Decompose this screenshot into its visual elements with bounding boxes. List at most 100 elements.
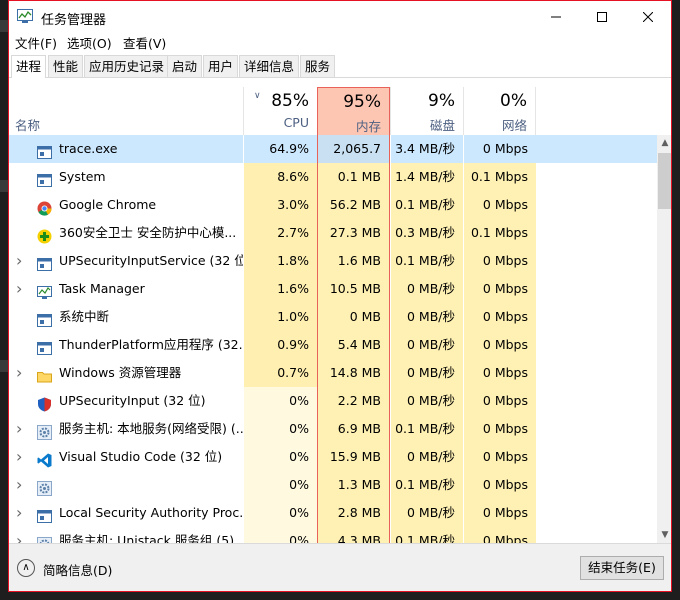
process-disk-cell: 0.1 MB/秒 bbox=[390, 247, 463, 275]
background-fragment bbox=[0, 20, 8, 32]
column-header-disk[interactable]: 9% 磁盘 bbox=[390, 87, 463, 135]
process-name: 服务主机: 本地服务(网络受限) (... bbox=[59, 421, 243, 436]
process-cpu-cell: 0% bbox=[243, 415, 317, 443]
process-cpu-cell: 3.0% bbox=[243, 191, 317, 219]
column-header-network[interactable]: 0% 网络 bbox=[463, 87, 536, 135]
process-net-cell: 0 Mbps bbox=[463, 527, 536, 543]
folder-icon bbox=[37, 366, 52, 383]
tab-services[interactable]: 服务 bbox=[300, 55, 336, 77]
process-net-cell: 0 Mbps bbox=[463, 443, 536, 471]
process-row[interactable]: › 服务主机: 本地服务(网络受限) (... 0% 6.9 MB 0.1 MB/秒 0 … bbox=[9, 415, 659, 443]
process-disk-cell: 0 MB/秒 bbox=[390, 303, 463, 331]
process-disk-cell: 0 MB/秒 bbox=[390, 331, 463, 359]
process-name: 服务主机: Unistack 服务组 (5) bbox=[59, 533, 235, 543]
column-header-row: 名称 ∨ 85% CPU 95% 内存 9% 磁盘 0% 网络 bbox=[9, 87, 671, 135]
process-row[interactable]: 360安全卫士 安全防护中心模... 2.7% 27.3 MB 0.3 MB/秒 0.1… bbox=[9, 219, 659, 247]
chevron-up-circle-icon[interactable]: ∧ bbox=[17, 559, 35, 577]
process-cpu-cell: 0% bbox=[243, 499, 317, 527]
process-name-cell: › Visual Studio Code (32 位) bbox=[9, 443, 243, 471]
process-net-cell: 0 Mbps bbox=[463, 247, 536, 275]
process-disk-cell: 0 MB/秒 bbox=[390, 387, 463, 415]
process-name: Task Manager bbox=[59, 281, 145, 296]
process-row[interactable]: › Visual Studio Code (32 位) 0% 15.9 MB 0 MB/… bbox=[9, 443, 659, 471]
process-name-cell: › 服务主机: Unistack 服务组 (5) bbox=[9, 527, 243, 543]
maximize-button[interactable] bbox=[579, 1, 625, 33]
process-disk-cell: 0 MB/秒 bbox=[390, 443, 463, 471]
process-name: Local Security Authority Proc... bbox=[59, 505, 243, 520]
process-name-cell: Google Chrome bbox=[9, 191, 243, 219]
column-header-name[interactable]: 名称 bbox=[15, 115, 40, 134]
vertical-scrollbar[interactable]: ▲ ▼ bbox=[657, 135, 671, 543]
expand-chevron-icon[interactable]: › bbox=[16, 527, 22, 543]
expand-chevron-icon[interactable]: › bbox=[16, 247, 22, 275]
network-label: 网络 bbox=[501, 118, 527, 133]
process-row[interactable]: System 8.6% 0.1 MB 1.4 MB/秒 0.1 Mbps bbox=[9, 163, 659, 191]
process-cpu-cell: 0% bbox=[243, 443, 317, 471]
column-header-cpu[interactable]: ∨ 85% CPU bbox=[243, 87, 317, 135]
end-task-button[interactable]: 结束任务(E) bbox=[580, 556, 664, 580]
tab-performance[interactable]: 性能 bbox=[48, 55, 84, 77]
process-row[interactable]: › Task Manager 1.6% 10.5 MB 0 MB/秒 0 Mbps bbox=[9, 275, 659, 303]
expand-chevron-icon[interactable]: › bbox=[16, 359, 22, 387]
process-list: trace.exe64.9%2,065.7 ...3.4 MB/秒0 MbpsS… bbox=[9, 135, 659, 543]
process-cpu-cell: 2.7% bbox=[243, 219, 317, 247]
process-name: System bbox=[59, 169, 106, 184]
process-net-cell: 0 Mbps bbox=[463, 331, 536, 359]
process-row[interactable]: › UPSecurityInputService (32 位) 1.8% 1.6 MB… bbox=[9, 247, 659, 275]
process-row[interactable]: › Windows 资源管理器 0.7% 14.8 MB 0 MB/秒 0 Mbps bbox=[9, 359, 659, 387]
process-net-cell: 0.1 Mbps bbox=[463, 163, 536, 191]
scrollbar-thumb[interactable] bbox=[658, 153, 671, 209]
process-net-cell: 0.1 Mbps bbox=[463, 219, 536, 247]
expand-chevron-icon[interactable]: › bbox=[16, 275, 22, 303]
menu-file[interactable]: 文件(F) bbox=[15, 33, 57, 52]
process-row[interactable]: ThunderPlatform应用程序 (32... 0.9% 5.4 MB 0 MB… bbox=[9, 331, 659, 359]
tab-app-history[interactable]: 应用历史记录 bbox=[84, 55, 170, 77]
chrome-icon bbox=[37, 198, 52, 216]
column-header-memory[interactable]: 95% 内存 bbox=[317, 87, 390, 135]
tab-processes[interactable]: 进程 bbox=[11, 55, 47, 78]
menu-view[interactable]: 查看(V) bbox=[123, 33, 166, 52]
process-name-cell: › UPSecurityInputService (32 位) bbox=[9, 247, 243, 275]
process-cpu-cell: 0.7% bbox=[243, 359, 317, 387]
expand-chevron-icon[interactable]: › bbox=[16, 471, 22, 499]
tab-users[interactable]: 用户 bbox=[203, 55, 239, 77]
expand-chevron-icon[interactable]: › bbox=[16, 499, 22, 527]
process-cpu-cell: 0% bbox=[243, 527, 317, 543]
process-row[interactable]: Google Chrome 3.0% 56.2 MB 0.1 MB/秒 0 Mbps bbox=[9, 191, 659, 219]
shield-icon bbox=[37, 394, 52, 412]
less-details-link[interactable]: 简略信息(D) bbox=[43, 560, 112, 579]
menu-options[interactable]: 选项(O) bbox=[67, 33, 112, 52]
cpu-label: CPU bbox=[283, 115, 309, 130]
close-button[interactable] bbox=[625, 1, 671, 33]
scroll-down-icon[interactable]: ▼ bbox=[657, 527, 671, 543]
360-security-icon bbox=[37, 226, 52, 244]
maximize-icon bbox=[597, 12, 607, 22]
process-disk-cell: 0.1 MB/秒 bbox=[390, 191, 463, 219]
process-row[interactable]: UPSecurityInput (32 位) 0% 2.2 MB 0 MB/秒 0 Mb… bbox=[9, 387, 659, 415]
window-title: 任务管理器 bbox=[41, 13, 107, 28]
process-name-cell: › Windows 资源管理器 bbox=[9, 359, 243, 387]
process-row[interactable]: 系统中断 1.0% 0 MB 0 MB/秒 0 Mbps bbox=[9, 303, 659, 331]
process-mem-cell: 15.9 MB bbox=[317, 443, 390, 471]
process-name-cell: System bbox=[9, 163, 243, 191]
process-row[interactable]: trace.exe 64.9%2,065.7 ...3.4 MB/秒0 Mbps bbox=[9, 135, 659, 184]
scroll-up-icon[interactable]: ▲ bbox=[657, 135, 671, 151]
process-row[interactable]: › Local Security Authority Proc... 0% 2.8 M… bbox=[9, 499, 659, 527]
process-net-cell: 0 Mbps bbox=[463, 499, 536, 527]
process-row[interactable]: › 0% 1.3 MB 0.1 MB/秒 0 Mbps bbox=[9, 471, 659, 499]
process-mem-cell: 1.6 MB bbox=[317, 247, 390, 275]
gear-icon bbox=[37, 422, 52, 440]
process-mem-cell: 5.4 MB bbox=[317, 331, 390, 359]
minimize-button[interactable] bbox=[533, 1, 579, 33]
process-mem-cell: 2.2 MB bbox=[317, 387, 390, 415]
expand-chevron-icon[interactable]: › bbox=[16, 415, 22, 443]
expand-chevron-icon[interactable]: › bbox=[16, 443, 22, 471]
process-mem-cell: 14.8 MB bbox=[317, 359, 390, 387]
process-name-cell: › Local Security Authority Proc... bbox=[9, 499, 243, 527]
tab-details[interactable]: 详细信息 bbox=[239, 55, 300, 77]
process-disk-cell: 0.3 MB/秒 bbox=[390, 219, 463, 247]
title-bar[interactable]: 任务管理器 bbox=[9, 1, 671, 33]
tab-startup[interactable]: 启动 bbox=[167, 55, 203, 77]
process-row[interactable]: › 服务主机: Unistack 服务组 (5) 0% 4.3 MB 0.1 MB/秒 0… bbox=[9, 527, 659, 543]
process-name: Windows 资源管理器 bbox=[59, 365, 182, 380]
